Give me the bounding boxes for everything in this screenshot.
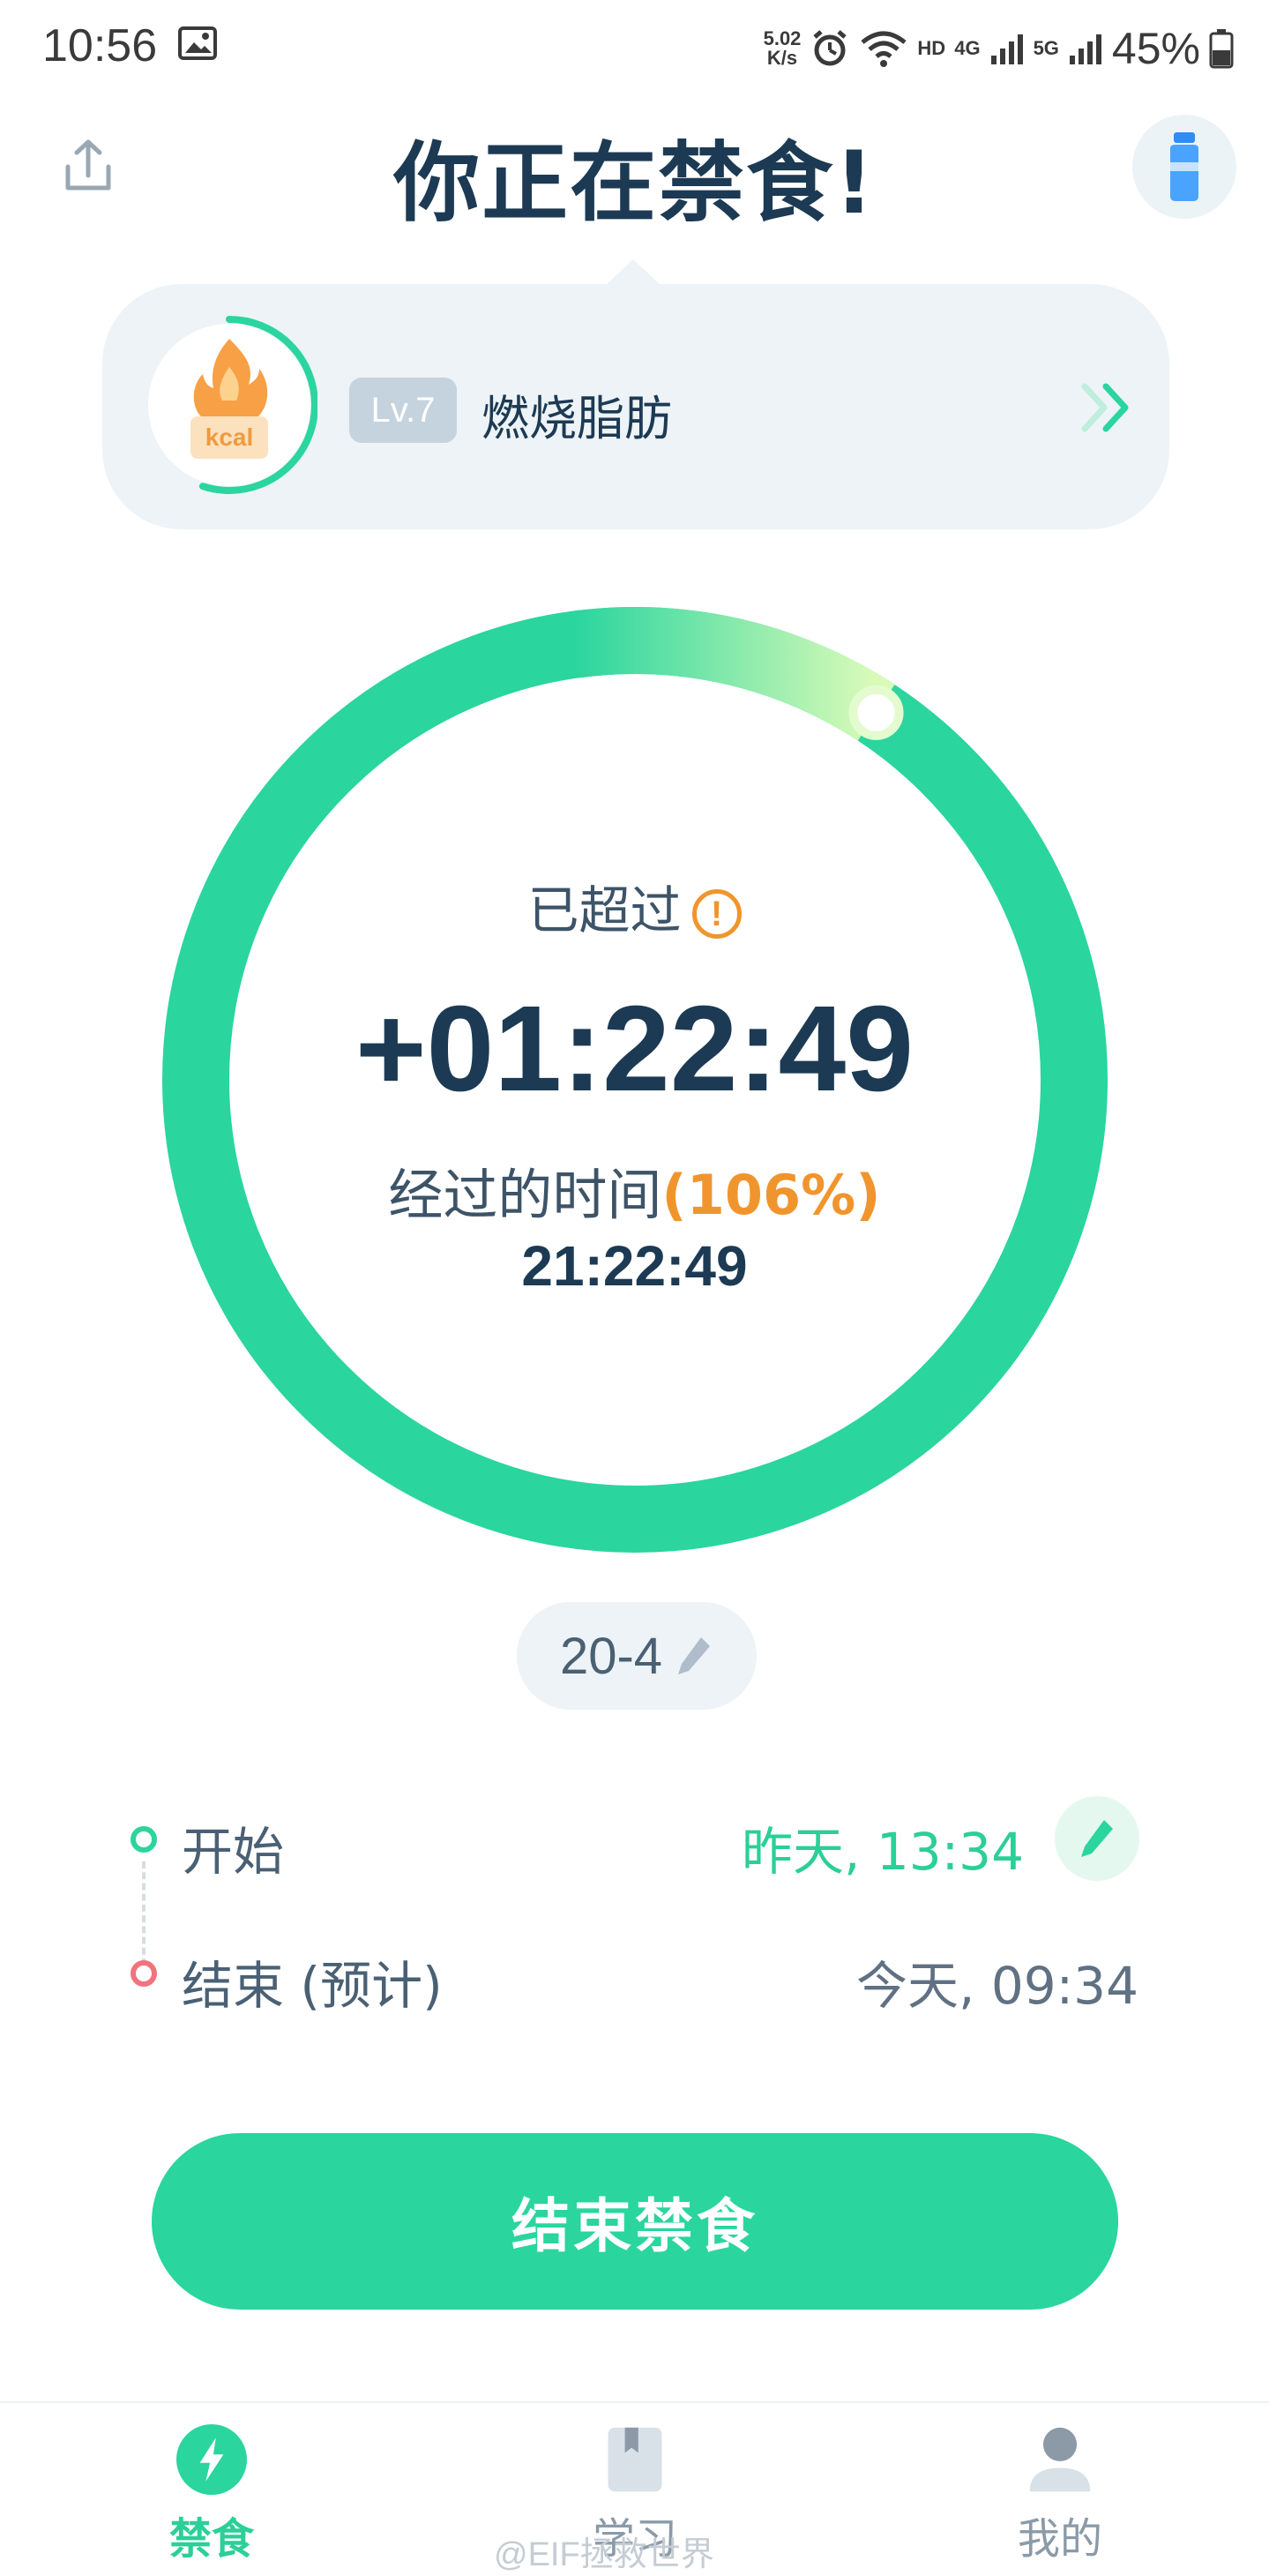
level-name: 燃烧脂肪 (481, 391, 672, 446)
elapsed-percent: (106%) (661, 1163, 881, 1227)
info-icon[interactable]: ! (691, 888, 742, 939)
elapsed-label-text: 经过的时间 (388, 1163, 662, 1227)
nav-label-me: 我的 (1017, 2514, 1102, 2564)
watermark: @EIF拯救世界 (494, 2536, 714, 2573)
start-label: 开始 (182, 1822, 285, 1882)
hd-indicator: HD (917, 37, 946, 59)
start-dot (131, 1826, 157, 1853)
level-badge: Lv.7 (349, 378, 457, 443)
kcal-label: kcal (205, 423, 254, 451)
4g-indicator: 4G (954, 37, 981, 59)
lightning-icon (176, 2424, 247, 2495)
elapsed-value: 21:22:49 (521, 1234, 748, 1298)
status-time: 10:56 (42, 20, 158, 71)
end-time: 今天, 09:34 (855, 1956, 1138, 2016)
double-chevron-right-icon[interactable] (1078, 379, 1139, 436)
5g-indicator: 5G (1033, 37, 1059, 59)
end-dot (131, 1960, 157, 1987)
plan-label: 20-4 (559, 1627, 663, 1685)
network-speed: 5.02 K/s (764, 29, 802, 68)
wifi-icon (861, 31, 907, 67)
pencil-icon (1081, 1820, 1113, 1857)
progress-knob (848, 685, 904, 740)
signal-icon (1069, 34, 1101, 64)
overtime-value: +01:22:49 (355, 981, 914, 1117)
start-time: 昨天, 13:34 (741, 1822, 1024, 1882)
gallery-icon (178, 26, 217, 60)
elapsed-label: 经过的时间(106%) (0, 1150, 1269, 1230)
alarm-icon (813, 30, 847, 66)
overtime-label-text: 已超过 (527, 880, 682, 940)
signal-icon (990, 34, 1023, 64)
page-title: 你正在禁食! (393, 133, 876, 234)
status-indicators: 5.02 K/s HD 4G 5G 45% (764, 18, 1234, 79)
edit-start-time-button[interactable] (1055, 1796, 1139, 1881)
card-pointer (605, 259, 661, 286)
nav-label-fasting: 禁食 (168, 2514, 254, 2564)
battery-percent: 45% (1111, 24, 1200, 73)
end-label: 结束 (预计) (182, 1956, 443, 2016)
water-bottle-icon (1170, 132, 1198, 201)
battery-icon (1209, 29, 1234, 69)
overtime-arc (569, 607, 895, 741)
nav-tab-fasting[interactable]: 禁食 (106, 2424, 317, 2565)
nav-tab-me[interactable]: 我的 (954, 2424, 1166, 2565)
book-icon (608, 2427, 662, 2492)
timeline-line (142, 1861, 146, 1966)
pencil-icon (678, 1637, 711, 1674)
fasting-plan-button[interactable]: 20-4 (517, 1602, 757, 1710)
overtime-label: 已超过! (0, 869, 1269, 943)
end-fast-button[interactable]: 结束禁食 (152, 2133, 1118, 2310)
level-progress-ring: kcal (141, 316, 317, 494)
network-speed-value: 5.02 (763, 27, 802, 49)
user-icon (1029, 2427, 1091, 2492)
water-tracker-button[interactable] (1132, 115, 1236, 219)
network-speed-unit: K/s (766, 47, 798, 69)
